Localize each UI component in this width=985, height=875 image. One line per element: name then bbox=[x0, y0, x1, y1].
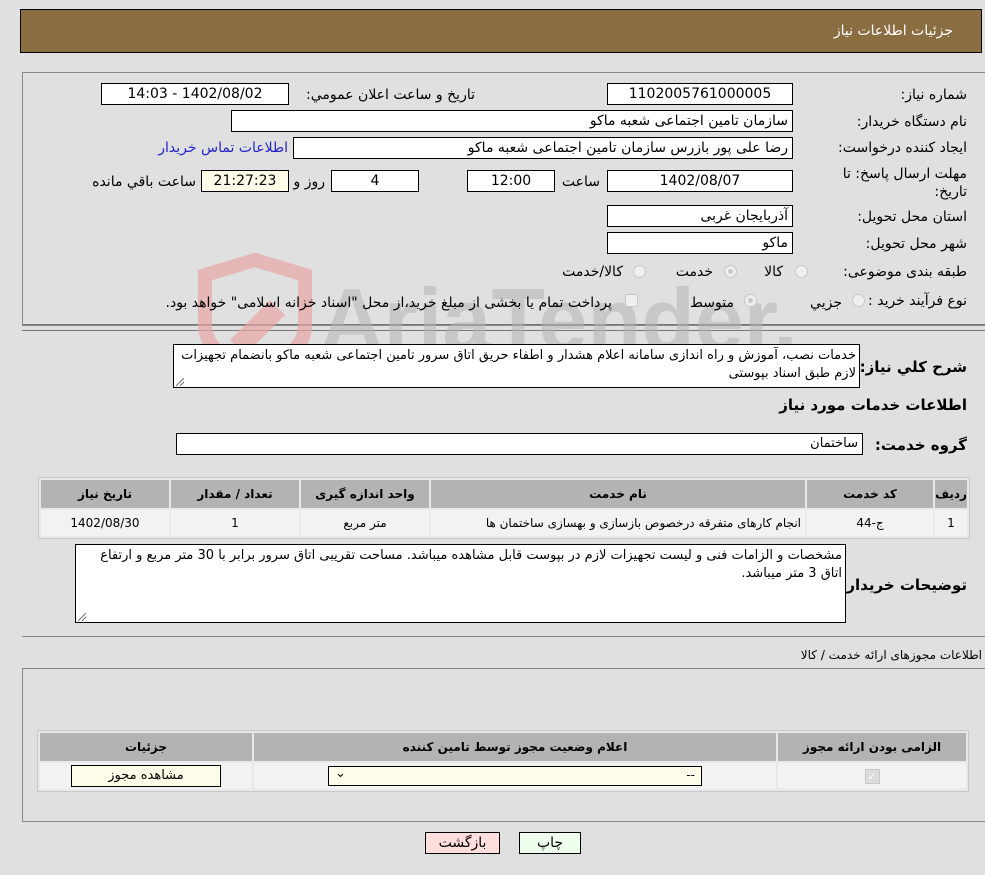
city-label: شهر محل تحویل: bbox=[865, 236, 967, 252]
buyer-contact-link[interactable]: اطلاعات تماس خریدار bbox=[158, 140, 288, 156]
col-unit: واحد اندازه گیری bbox=[301, 480, 429, 508]
permit-required-checkbox[interactable]: ✓ bbox=[864, 768, 880, 784]
requester-field: رضا علی پور بازرس سازمان تامین اجتماعی ش… bbox=[293, 137, 793, 159]
time-remaining-field: 21:27:23 bbox=[201, 170, 289, 192]
cell-need-date: 1402/08/30 bbox=[41, 510, 169, 536]
announce-datetime-field: 1402/08/02 - 14:03 bbox=[101, 83, 289, 105]
category-radio-goods-service[interactable] bbox=[633, 265, 646, 278]
category-radio-goods[interactable] bbox=[795, 265, 808, 278]
resize-grip-icon[interactable] bbox=[176, 378, 184, 386]
city-field: ماکو bbox=[607, 232, 793, 254]
need-number-label: شماره نیاز: bbox=[900, 87, 968, 103]
back-button[interactable]: بازگشت bbox=[425, 832, 500, 854]
province-label: استان محل تحویل: bbox=[857, 209, 967, 225]
need-number-field: 1102005761000005 bbox=[607, 83, 793, 105]
cell-unit: متر مربع bbox=[301, 510, 429, 536]
time-remaining-label: ساعت باقي مانده bbox=[92, 174, 196, 190]
col-need-date: تاریخ نیاز bbox=[41, 480, 169, 508]
buyer-notes-label: توضیحات خریدار: bbox=[840, 576, 967, 594]
cell-permit-required: ✓ bbox=[778, 763, 966, 789]
page-header: جزئیات اطلاعات نیاز bbox=[20, 9, 982, 53]
cell-permit-status: -- ⌄ bbox=[254, 763, 776, 789]
service-group-field: ساختمان bbox=[176, 433, 863, 455]
days-remaining-field: 4 bbox=[331, 170, 419, 192]
days-label: روز و bbox=[293, 174, 326, 190]
divider bbox=[22, 324, 985, 325]
col-service-code: کد خدمت bbox=[807, 480, 933, 508]
cell-permit-details: مشاهده مجوز bbox=[40, 763, 252, 789]
buyer-org-field: سازمان تامین اجتماعی شعبه ماکو bbox=[231, 110, 793, 132]
purchase-option-medium: متوسط bbox=[690, 295, 734, 311]
col-permit-required: الزامی بودن ارائه مجوز bbox=[778, 733, 966, 761]
chevron-down-icon: ⌄ bbox=[335, 766, 346, 781]
description-label: شرح کلي نیاز: bbox=[859, 358, 967, 376]
col-row-number: ردیف bbox=[935, 480, 967, 508]
category-option-service: خدمت bbox=[675, 264, 713, 280]
resize-grip-icon[interactable] bbox=[78, 613, 86, 621]
province-field: آذربایجان غربی bbox=[607, 205, 793, 227]
divider bbox=[22, 330, 985, 331]
category-label: طبقه بندی موضوعی: bbox=[843, 264, 967, 280]
buyer-notes-text: مشخصات و الزامات فنی و لیست تجهیزات لازم… bbox=[100, 548, 842, 581]
permits-table: الزامی بودن ارائه مجوز اعلام وضعیت مجوز … bbox=[37, 730, 969, 792]
col-permit-details: جزئیات bbox=[40, 733, 252, 761]
description-text: خدمات نصب، آموزش و راه اندازی سامانه اعل… bbox=[181, 348, 856, 381]
treasury-note: پرداخت تمام یا بخشی از مبلغ خرید،از محل … bbox=[165, 295, 612, 311]
requester-label: ایجاد کننده درخواست: bbox=[838, 140, 967, 156]
purchase-option-minor: جزيي bbox=[810, 295, 842, 311]
category-option-goods-service: کالا/خدمت bbox=[562, 264, 623, 280]
permits-table-header: الزامی بودن ارائه مجوز اعلام وضعیت مجوز … bbox=[40, 733, 966, 761]
buyer-notes-textarea[interactable]: مشخصات و الزامات فنی و لیست تجهیزات لازم… bbox=[75, 544, 846, 623]
deadline-time-field: 12:00 bbox=[467, 170, 555, 192]
purchase-radio-minor[interactable] bbox=[852, 294, 865, 307]
buyer-org-label: نام دستگاه خریدار: bbox=[856, 114, 967, 130]
cell-quantity: 1 bbox=[171, 510, 299, 536]
col-permit-status: اعلام وضعیت مجوز توسط تامین کننده bbox=[254, 733, 776, 761]
deadline-label: مهلت ارسال پاسخ: تا تاریخ: bbox=[842, 166, 967, 200]
cell-row-number: 1 bbox=[935, 510, 967, 536]
cell-service-code: ج-44 bbox=[807, 510, 933, 536]
col-service-name: نام خدمت bbox=[431, 480, 805, 508]
deadline-time-label: ساعت bbox=[561, 174, 600, 190]
cell-service-name: انجام کارهای متفرقه درخصوص بازسازی و بهس… bbox=[431, 510, 805, 536]
service-group-label: گروه خدمت: bbox=[874, 436, 967, 454]
col-quantity: تعداد / مقدار bbox=[171, 480, 299, 508]
divider bbox=[22, 636, 985, 637]
permit-status-value: -- bbox=[686, 768, 695, 782]
permit-status-select[interactable]: -- ⌄ bbox=[328, 766, 702, 786]
view-permit-button[interactable]: مشاهده مجوز bbox=[71, 765, 221, 787]
page-title: جزئیات اطلاعات نیاز bbox=[833, 23, 953, 39]
purchase-type-label: نوع فرآیند خرید : bbox=[868, 293, 967, 309]
category-option-goods: کالا bbox=[764, 264, 783, 280]
table-row: ✓ -- ⌄ مشاهده مجوز bbox=[40, 763, 966, 789]
purchase-radio-medium[interactable] bbox=[744, 294, 757, 307]
treasury-checkbox[interactable] bbox=[625, 294, 638, 307]
permits-section-title: اطلاعات مجوزهای ارائه خدمت / کالا bbox=[800, 648, 982, 662]
announce-datetime-label: تاریخ و ساعت اعلان عمومي: bbox=[306, 87, 475, 103]
category-radio-service[interactable] bbox=[724, 265, 737, 278]
services-section-title: اطلاعات خدمات مورد نیاز bbox=[779, 396, 967, 414]
deadline-date-field: 1402/08/07 bbox=[607, 170, 793, 192]
table-row: 1 ج-44 انجام کارهای متفرقه درخصوص بازساز… bbox=[41, 510, 967, 536]
services-table: ردیف کد خدمت نام خدمت واحد اندازه گیری ت… bbox=[38, 477, 970, 539]
print-button[interactable]: چاپ bbox=[519, 832, 581, 854]
services-table-header: ردیف کد خدمت نام خدمت واحد اندازه گیری ت… bbox=[41, 480, 967, 508]
description-textarea[interactable]: خدمات نصب، آموزش و راه اندازی سامانه اعل… bbox=[173, 344, 860, 388]
